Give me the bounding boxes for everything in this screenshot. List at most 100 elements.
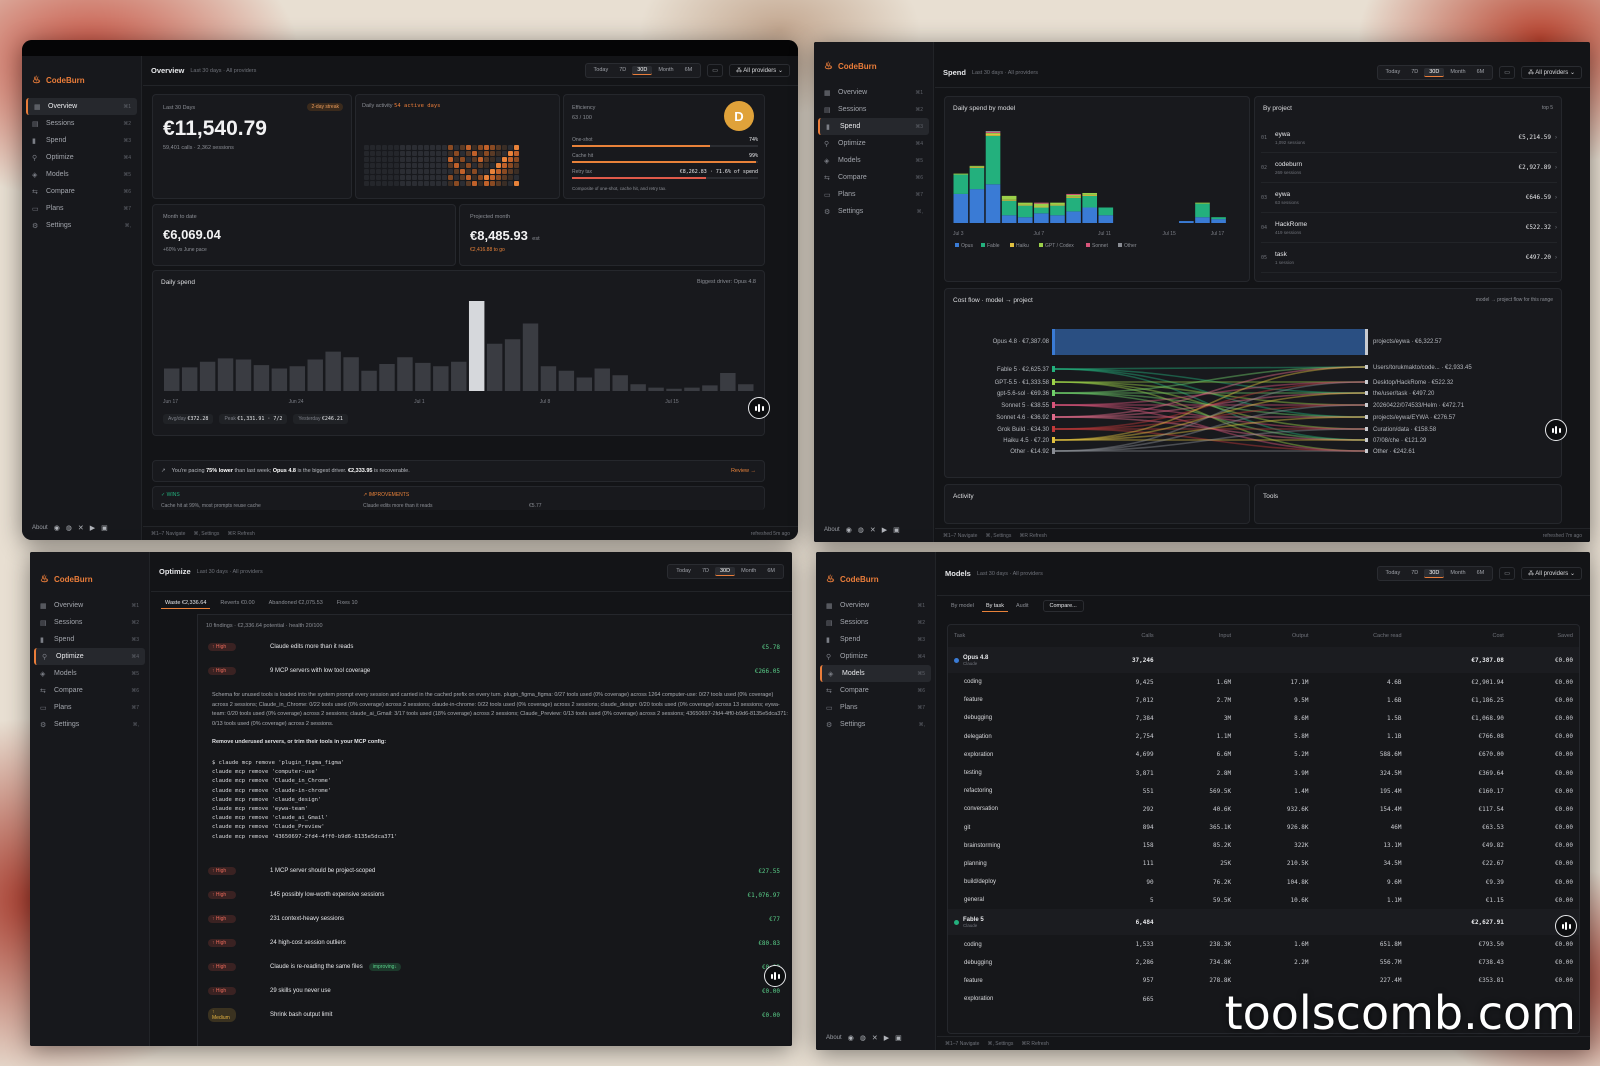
table-row[interactable]: planning 111 25K 210.5K 34.5M €22.67 €0.00: [948, 855, 1579, 873]
column-header[interactable]: Saved: [1510, 625, 1579, 647]
sidebar-item-models[interactable]: ◈ Models ⌘5: [26, 166, 137, 183]
range-month[interactable]: Month: [1445, 569, 1470, 578]
play-pause-button[interactable]: [1555, 915, 1577, 937]
finding-row[interactable]: ↑ High 231 context-heavy sessions €77: [204, 907, 786, 931]
project-row[interactable]: 03 eywa 63 sessions €646.59 ›: [1261, 183, 1557, 213]
sidebar-item-compare[interactable]: ⇆ Compare ⌘6: [820, 682, 931, 699]
sidebar-item-overview[interactable]: ▦ Overview ⌘1: [34, 597, 145, 614]
finding-row[interactable]: ↑ High 145 possibly low-worth expensive s…: [204, 883, 786, 907]
tab-by-task[interactable]: By task: [981, 601, 1008, 612]
sidebar-item-plans[interactable]: ▭ Plans ⌘7: [818, 186, 929, 203]
finding-row[interactable]: ↑ High 29 skills you never use €0.00: [204, 979, 786, 1003]
table-row[interactable]: refactoring 551 569.5K 1.4M 195.4M €160.17 €0.…: [948, 782, 1579, 800]
column-header[interactable]: Calls: [1082, 625, 1159, 647]
about-link[interactable]: About: [32, 525, 48, 531]
tab-audit[interactable]: Audit: [1012, 601, 1033, 611]
sidebar-item-sessions[interactable]: ▤ Sessions ⌘2: [34, 614, 145, 631]
sidebar-item-optimize[interactable]: ⚲ Optimize ⌘4: [34, 648, 145, 665]
project-row[interactable]: 05 task 1 session €497.20 ›: [1261, 243, 1557, 273]
sidebar-item-settings[interactable]: ⚙ Settings ⌘,: [34, 716, 145, 733]
range-7d[interactable]: 7D: [1406, 569, 1423, 578]
x-icon[interactable]: ✕: [78, 524, 84, 532]
provider-select[interactable]: ⁂ All providers ⌄: [1520, 567, 1582, 580]
sidebar-item-plans[interactable]: ▭ Plans ⌘7: [26, 200, 137, 217]
calendar-icon[interactable]: ▭: [1499, 66, 1515, 79]
range-6m[interactable]: 6M: [762, 567, 780, 576]
table-row[interactable]: coding 1,533 238.3K 1.6M 651.8M €793.50 €0.00: [948, 935, 1579, 953]
range-30d[interactable]: 30D: [632, 66, 653, 75]
sidebar-item-settings[interactable]: ⚙ Settings ⌘,: [818, 203, 929, 220]
discord-icon[interactable]: ◍: [860, 1034, 866, 1042]
tab-abandoned[interactable]: Abandoned €2,075.53: [265, 598, 327, 609]
sidebar-item-models[interactable]: ◈ Models ⌘5: [34, 665, 145, 682]
range-7d[interactable]: 7D: [614, 66, 631, 75]
table-row[interactable]: debugging 2,286 734.8K 2.2M 556.7M €738.43 €0.…: [948, 954, 1579, 972]
about-link[interactable]: About: [824, 527, 840, 533]
column-header[interactable]: Cache read: [1315, 625, 1408, 647]
linkedin-icon[interactable]: ▣: [101, 524, 108, 532]
provider-select[interactable]: ⁂ All providers ⌄: [728, 64, 790, 77]
range-6m[interactable]: 6M: [1472, 68, 1490, 77]
about-link[interactable]: About: [826, 1035, 842, 1041]
sidebar-item-spend[interactable]: ▮ Spend ⌘3: [26, 132, 137, 149]
sidebar-item-models[interactable]: ◈ Models ⌘5: [820, 665, 931, 682]
github-icon[interactable]: ◉: [54, 524, 60, 532]
finding-row[interactable]: ↑ High 1 MCP server should be project-sco…: [204, 859, 786, 883]
github-icon[interactable]: ◉: [846, 526, 852, 534]
finding-row[interactable]: ↑ High Claude edits more than it reads €5.…: [204, 635, 786, 659]
github-icon[interactable]: ◉: [848, 1034, 854, 1042]
range-today[interactable]: Today: [1381, 569, 1406, 578]
sidebar-item-overview[interactable]: ▦ Overview ⌘1: [818, 84, 929, 101]
table-row[interactable]: feature 7,012 2.7M 9.5M 1.6B €1,186.25 €0.00: [948, 691, 1579, 709]
range-30d[interactable]: 30D: [1424, 569, 1445, 578]
calendar-icon[interactable]: ▭: [1499, 567, 1515, 580]
sidebar-item-optimize[interactable]: ⚲ Optimize ⌘4: [26, 149, 137, 166]
sidebar-item-plans[interactable]: ▭ Plans ⌘7: [820, 699, 931, 716]
sidebar-item-settings[interactable]: ⚙ Settings ⌘,: [820, 716, 931, 733]
discord-icon[interactable]: ◍: [66, 524, 72, 532]
sidebar-item-spend[interactable]: ▮ Spend ⌘3: [34, 631, 145, 648]
range-6m[interactable]: 6M: [1472, 569, 1490, 578]
range-6m[interactable]: 6M: [680, 66, 698, 75]
range-7d[interactable]: 7D: [1406, 68, 1423, 77]
linkedin-icon[interactable]: ▣: [895, 1034, 902, 1042]
sidebar-item-optimize[interactable]: ⚲ Optimize ⌘4: [818, 135, 929, 152]
finding-row[interactable]: ↑ High Claude is re-reading the same file…: [204, 955, 786, 979]
sidebar-item-sessions[interactable]: ▤ Sessions ⌘2: [26, 115, 137, 132]
youtube-icon[interactable]: ▶: [90, 524, 95, 532]
range-7d[interactable]: 7D: [697, 567, 714, 576]
range-today[interactable]: Today: [1381, 68, 1406, 77]
project-row[interactable]: 04 HackRome 419 sessions €522.32 ›: [1261, 213, 1557, 243]
column-header[interactable]: Output: [1237, 625, 1314, 647]
sidebar-item-spend[interactable]: ▮ Spend ⌘3: [820, 631, 931, 648]
play-pause-button[interactable]: [764, 965, 786, 987]
calendar-icon[interactable]: ▭: [707, 64, 723, 77]
model-group-row[interactable]: Fable 5Claude6,484€2,627.91€0.0: [948, 909, 1579, 936]
range-month[interactable]: Month: [736, 567, 761, 576]
table-row[interactable]: general 5 59.5K 10.6K 1.1M €1.15 €0.00: [948, 891, 1579, 909]
table-row[interactable]: delegation 2,754 1.1M 5.8M 1.1B €766.08 €0.00: [948, 728, 1579, 746]
sidebar-item-models[interactable]: ◈ Models ⌘5: [818, 152, 929, 169]
table-row[interactable]: debugging 7,384 3M 8.6M 1.5B €1,068.90 €0.00: [948, 709, 1579, 727]
table-row[interactable]: conversation 292 40.6K 932.6K 154.4M €117.54 €…: [948, 800, 1579, 818]
finding-row[interactable]: ↑ Medium Shrink bash output limit €0.00: [204, 1003, 786, 1027]
range-30d[interactable]: 30D: [1424, 68, 1445, 77]
range-today[interactable]: Today: [589, 66, 614, 75]
table-row[interactable]: brainstorming 158 85.2K 322K 13.1M €49.82 €0.0…: [948, 837, 1579, 855]
sidebar-item-sessions[interactable]: ▤ Sessions ⌘2: [820, 614, 931, 631]
x-icon[interactable]: ✕: [872, 1034, 878, 1042]
column-header[interactable]: Task: [948, 625, 1082, 647]
project-row[interactable]: 01 eywa 1,092 sessions €5,214.59 ›: [1261, 123, 1557, 153]
finding-row[interactable]: ↑ High 24 high-cost session outliers €80.8…: [204, 931, 786, 955]
sidebar-item-compare[interactable]: ⇆ Compare ⌘6: [818, 169, 929, 186]
tab-reverts[interactable]: Reverts €0.00: [216, 598, 258, 609]
youtube-icon[interactable]: ▶: [882, 526, 887, 534]
youtube-icon[interactable]: ▶: [884, 1034, 889, 1042]
column-header[interactable]: Input: [1160, 625, 1237, 647]
linkedin-icon[interactable]: ▣: [893, 526, 900, 534]
table-row[interactable]: git 894 365.1K 926.8K 46M €63.53 €0.00: [948, 819, 1579, 837]
discord-icon[interactable]: ◍: [858, 526, 864, 534]
sidebar-item-optimize[interactable]: ⚲ Optimize ⌘4: [820, 648, 931, 665]
compare-button[interactable]: Compare...: [1042, 600, 1084, 612]
range-today[interactable]: Today: [671, 567, 696, 576]
